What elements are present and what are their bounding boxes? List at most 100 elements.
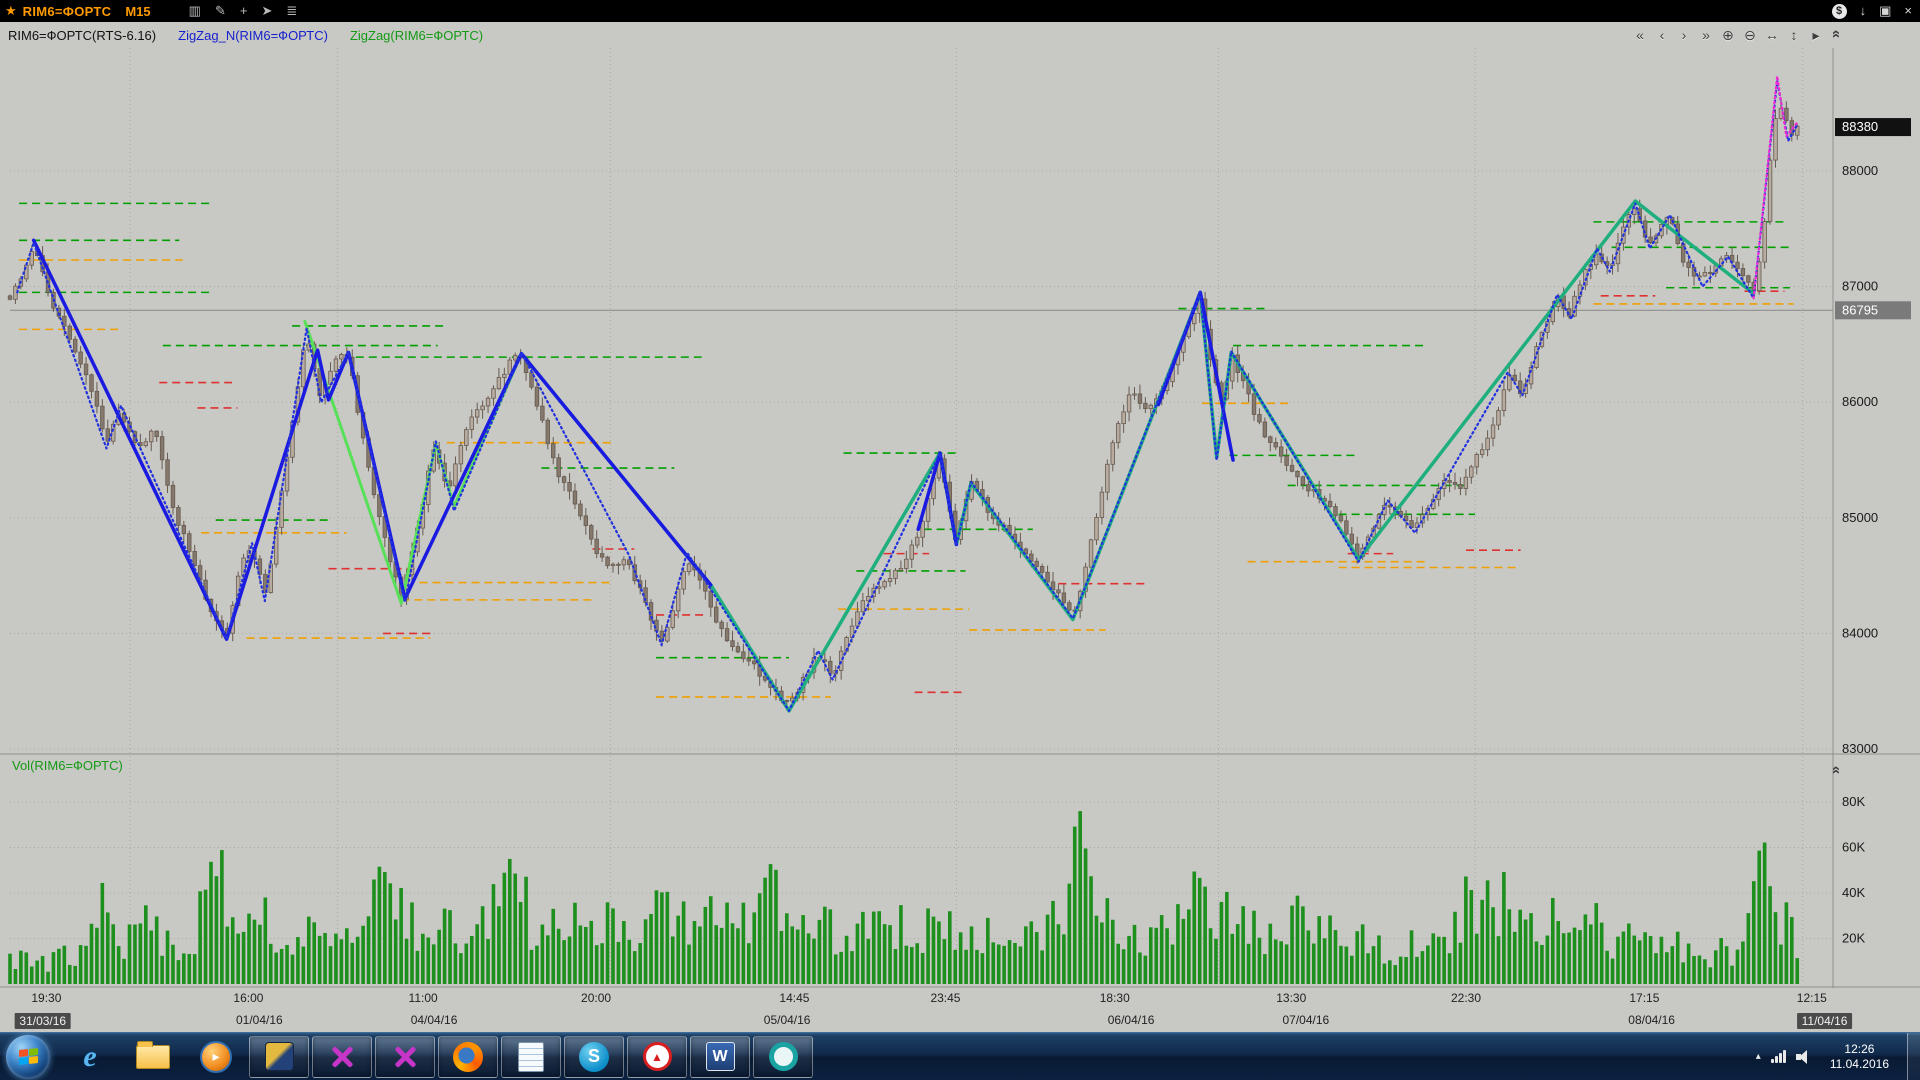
scroll-right-button[interactable]: ›: [1676, 27, 1692, 43]
instrument-label: RIM6=ФОРТС(RTS-6.16): [8, 28, 156, 43]
time-label: 11:00: [409, 991, 438, 1005]
download-icon[interactable]: ↓: [1860, 1, 1867, 21]
timeframe-label: M15: [125, 4, 150, 19]
scroll-end-button[interactable]: »: [1698, 27, 1714, 43]
fit-width-button[interactable]: ↔: [1764, 27, 1780, 43]
red-circle-app-icon: ▲: [643, 1042, 672, 1071]
taskbar-apps: e ▸ S ▲ W: [60, 1033, 813, 1080]
time-axis: 19:30 16:00 11:00 20:00 14:45 23:45 18:30 13:30…: [0, 988, 1920, 1010]
notes-app-taskbar-button[interactable]: [501, 1036, 561, 1078]
skype-taskbar-button[interactable]: S: [564, 1036, 624, 1078]
svg-text:86795: 86795: [1842, 302, 1878, 317]
windows-explorer-icon: [136, 1045, 170, 1069]
time-label: 12:15: [1797, 991, 1827, 1005]
zoom-out-button[interactable]: ⊖: [1742, 27, 1758, 43]
media-player-taskbar-button[interactable]: ▸: [186, 1036, 246, 1078]
chart-header: RIM6=ФОРТС(RTS-6.16) ZigZag_N(RIM6=ФОРТС…: [0, 22, 1920, 48]
windows-flag-icon: [19, 1048, 38, 1065]
word-icon: W: [706, 1042, 735, 1071]
svg-text:85000: 85000: [1842, 510, 1878, 525]
cursor-icon[interactable]: ➤: [261, 0, 272, 22]
scroll-left-button[interactable]: ‹: [1654, 27, 1670, 43]
network-icon[interactable]: [1771, 1050, 1786, 1063]
price-chart[interactable]: 88000870008600085000840008300080K60K40K2…: [0, 48, 1920, 988]
x-app-2-icon: [392, 1044, 418, 1070]
time-label: 13:30: [1276, 991, 1306, 1005]
svg-text:83000: 83000: [1842, 741, 1878, 756]
quik-terminal-icon: [265, 1042, 294, 1071]
time-label: 14:45: [779, 991, 809, 1005]
x-app-1-taskbar-button[interactable]: [312, 1036, 372, 1078]
svg-text:40K: 40K: [1842, 885, 1865, 900]
last-close-price-badge: 86795: [1835, 301, 1911, 319]
time-label: 20:00: [581, 991, 611, 1005]
crosshair-icon[interactable]: +: [240, 0, 248, 22]
svg-text:80K: 80K: [1842, 794, 1865, 809]
restore-window-icon[interactable]: ▣: [1879, 1, 1891, 21]
close-window-icon[interactable]: ×: [1904, 1, 1912, 21]
word-taskbar-button[interactable]: W: [690, 1036, 750, 1078]
zigzag-label: ZigZag(RIM6=ФОРТС): [350, 28, 483, 43]
window-title: RIM6=ФОРТС: [23, 4, 112, 19]
zigzag-n-label: ZigZag_N(RIM6=ФОРТС): [178, 28, 328, 43]
date-label: 31/03/16: [14, 1013, 71, 1029]
desktop: ★ RIM6=ФОРТС M15 ▥ ✎ + ➤ ≣ $ ↓ ▣ × RIM6=ФОРТС(R…: [0, 0, 1920, 1080]
current-price-badge: 88380: [1835, 118, 1911, 136]
favorite-star-icon[interactable]: ★: [5, 3, 17, 19]
date-label: 01/04/16: [236, 1013, 283, 1027]
red-circle-app-taskbar-button[interactable]: ▲: [627, 1036, 687, 1078]
svg-text:86000: 86000: [1842, 394, 1878, 409]
x-app-2-taskbar-button[interactable]: [375, 1036, 435, 1078]
show-desktop-button[interactable]: [1907, 1033, 1920, 1080]
teal-ring-app-icon: [769, 1042, 798, 1071]
collapse-volume-pane-button[interactable]: «: [1830, 766, 1842, 774]
chart-nav-toolbar: « ‹ › » ⊕ ⊖ ↔ ↕ ▸: [1632, 27, 1920, 43]
zoom-in-button[interactable]: ⊕: [1720, 27, 1736, 43]
firefox-taskbar-button[interactable]: [438, 1036, 498, 1078]
clock-time: 12:26: [1830, 1042, 1889, 1057]
collapse-price-pane-button[interactable]: «: [1830, 30, 1842, 38]
x-app-1-icon: [329, 1044, 355, 1070]
titlebar-window-controls: $ ↓ ▣ ×: [1832, 1, 1920, 21]
date-axis: 31/03/16 01/04/16 04/04/16 05/04/16 06/04/16…: [0, 1010, 1920, 1032]
chart-window: RIM6=ФОРТС(RTS-6.16) ZigZag_N(RIM6=ФОРТС…: [0, 22, 1920, 1032]
draw-icon[interactable]: ✎: [215, 0, 226, 22]
media-player-icon: ▸: [200, 1041, 232, 1073]
time-label: 16:00: [233, 991, 263, 1005]
fit-height-button[interactable]: ↕: [1786, 27, 1802, 43]
time-label: 23:45: [930, 991, 960, 1005]
svg-text:60K: 60K: [1842, 840, 1865, 855]
time-label: 18:30: [1100, 991, 1130, 1005]
time-label: 22:30: [1451, 991, 1481, 1005]
quotes-money-icon[interactable]: $: [1832, 4, 1847, 19]
hidden-icons-arrow[interactable]: ▴: [1756, 1051, 1761, 1062]
auto-scroll-button[interactable]: ▸: [1808, 27, 1824, 43]
notes-app-icon: [518, 1042, 544, 1072]
internet-explorer-taskbar-button[interactable]: e: [60, 1036, 120, 1078]
clock[interactable]: 12:26 11.04.2016: [1822, 1042, 1897, 1072]
svg-text:20K: 20K: [1842, 931, 1865, 946]
window-titlebar: ★ RIM6=ФОРТС M15 ▥ ✎ + ➤ ≣ $ ↓ ▣ ×: [0, 0, 1920, 22]
start-button[interactable]: [6, 1035, 50, 1079]
quik-terminal-taskbar-button[interactable]: [249, 1036, 309, 1078]
scroll-start-button[interactable]: «: [1632, 27, 1648, 43]
svg-text:87000: 87000: [1842, 279, 1878, 294]
chart-type-icon[interactable]: ▥: [189, 0, 201, 22]
system-tray: ▴ 12:26 11.04.2016: [1756, 1033, 1920, 1080]
date-label: 04/04/16: [411, 1013, 458, 1027]
date-label: 11/04/16: [1797, 1013, 1853, 1029]
time-label: 19:30: [31, 991, 61, 1005]
firefox-icon: [453, 1042, 483, 1072]
indicator-list-icon[interactable]: ≣: [286, 0, 297, 22]
taskbar: e ▸ S ▲ W ▴ 12:26 11.04.2016: [0, 1032, 1920, 1080]
titlebar-toolbar: ▥ ✎ + ➤ ≣: [189, 0, 298, 22]
date-label: 06/04/16: [1108, 1013, 1155, 1027]
date-label: 05/04/16: [764, 1013, 811, 1027]
teal-ring-app-taskbar-button[interactable]: [753, 1036, 813, 1078]
time-label: 17:15: [1629, 991, 1659, 1005]
windows-explorer-taskbar-button[interactable]: [123, 1036, 183, 1078]
volume-indicator-label: Vol(RIM6=ФОРТС): [12, 758, 123, 773]
clock-date: 11.04.2016: [1830, 1057, 1889, 1072]
date-label: 07/04/16: [1282, 1013, 1329, 1027]
volume-icon[interactable]: [1796, 1049, 1812, 1065]
